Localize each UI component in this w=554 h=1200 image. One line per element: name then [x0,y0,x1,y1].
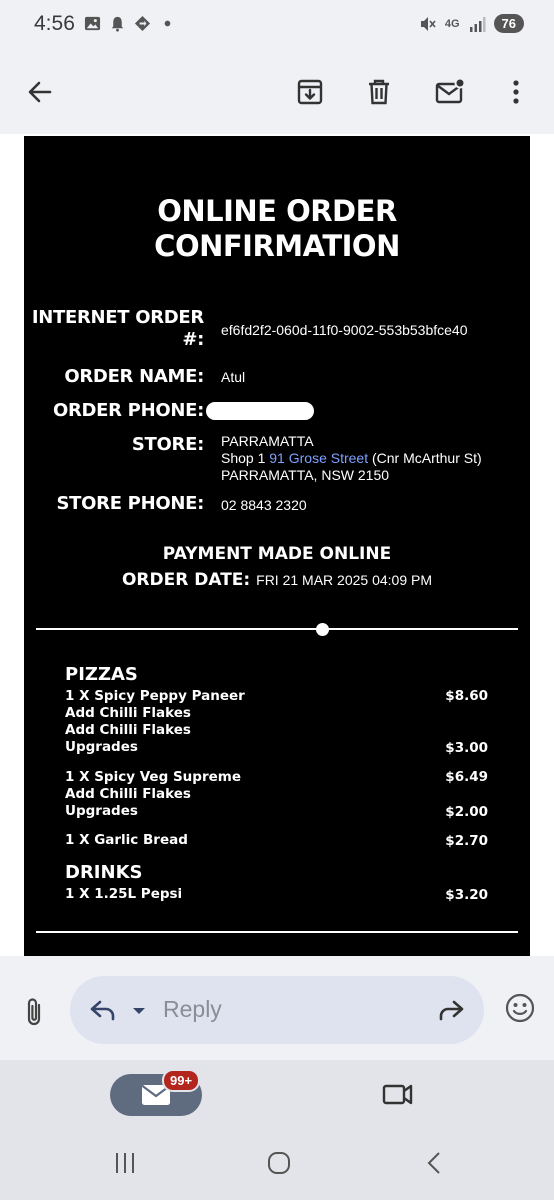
order-date-line: ORDER DATE: FRI 21 MAR 2025 04:09 PM [24,570,530,590]
reply-icon[interactable] [88,996,118,1024]
status-system-icons: 4G 76 [419,14,524,33]
store-name: PARRAMATTA [221,433,314,449]
item-price: $2.70 [445,833,488,849]
delete-icon [369,79,389,105]
gallery-icon [84,16,101,31]
store-label: STORE: [131,434,204,455]
battery-indicator: 76 [493,14,524,33]
item-price: $3.20 [445,887,488,903]
list-item: Add Chilli Flakes [65,786,191,802]
store-address: PARRAMATTA Shop 1 91 Grose Street (Cnr M… [221,433,482,484]
item-price: $3.00 [445,740,488,756]
system-nav [0,1126,554,1200]
list-item: Upgrades [65,739,138,755]
reply-field[interactable]: Reply [70,976,484,1044]
store-addr-prefix: Shop 1 [221,450,270,466]
paperclip-icon [27,998,41,1026]
delete-button[interactable] [357,70,401,114]
status-time: 4:56 [34,12,75,35]
order-number-label: INTERNET ORDER #: [32,307,204,351]
list-item: Add Chilli Flakes [65,722,191,738]
list-item: Add Chilli Flakes [65,705,191,721]
store-street: Shop 1 91 Grose Street (Cnr McArthur St) [221,450,482,467]
receipt-title-line1: ONLINE ORDER [157,194,397,228]
notification-icon [111,16,124,32]
store-phone-label: STORE PHONE: [56,493,205,514]
bottom-nav: 99+ [0,1060,554,1126]
archive-icon [297,79,323,105]
unread-badge: 99+ [162,1069,201,1092]
order-date-label: ORDER DATE: [121,570,251,590]
receipt-title-line2: CONFIRMATION [154,229,400,263]
receipt-bottom-divider [36,931,518,933]
divider-dot [316,623,329,636]
forward-icon[interactable] [436,996,466,1024]
emoji-icon[interactable] [504,992,536,1024]
reply-bar: Reply [0,956,554,1060]
more-dot-icon [164,20,171,27]
back-button[interactable] [18,70,62,114]
order-date: FRI 21 MAR 2025 04:09 PM [256,572,433,588]
email-body[interactable]: ONLINE ORDER CONFIRMATION INTERNET ORDER… [0,134,554,956]
video-camera-icon [382,1084,413,1105]
mute-icon [420,16,436,31]
order-name: Atul [221,369,246,385]
system-back-icon[interactable] [422,1150,448,1176]
chevron-down-icon[interactable] [132,1006,146,1016]
store-addr-suffix: (Cnr McArthur St) [368,450,482,466]
signal-icon [469,16,486,32]
order-number-label-line1: INTERNET ORDER [31,307,204,328]
reply-placeholder[interactable]: Reply [163,996,222,1023]
status-bar: 4:56 4G 76 [0,0,554,50]
list-item: 1 X Garlic Bread [65,832,188,848]
list-item: 1 X 1.25L Pepsi [65,886,183,902]
recent-apps-icon[interactable] [112,1150,138,1176]
receipt-title: ONLINE ORDER CONFIRMATION [24,194,530,264]
meet-tab[interactable] [380,1080,414,1113]
location-icon [134,15,151,32]
status-notification-icons [84,15,176,32]
home-icon[interactable] [266,1150,292,1176]
item-price: $2.00 [445,804,488,820]
list-item: 1 X Spicy Peppy Paneer [65,688,245,704]
archive-button[interactable] [288,70,332,114]
list-item: Upgrades [65,803,138,819]
item-price: $8.60 [445,688,488,704]
mark-unread-button[interactable] [428,70,472,114]
order-number: ef6fd2f2-060d-11f0-9002-553b53bfce40 [221,322,468,338]
redacted-phone [206,402,314,420]
back-arrow-icon [28,81,52,103]
receipt-divider [36,628,518,630]
payment-status: PAYMENT MADE ONLINE [162,544,392,564]
more-options-button[interactable] [494,70,538,114]
order-receipt: ONLINE ORDER CONFIRMATION INTERNET ORDER… [24,136,530,956]
order-name-label: ORDER NAME: [64,366,204,387]
network-type: 4G [444,17,460,30]
mark-unread-icon [435,77,466,104]
item-price: $6.49 [445,769,488,785]
order-number-label-line2: #: [182,329,204,350]
pizzas-heading: PIZZAS [65,664,138,685]
order-phone-label: ORDER PHONE: [52,400,204,421]
app-bar [0,50,554,134]
store-address-link[interactable]: 91 Grose Street [269,450,368,466]
attach-button[interactable] [14,992,54,1032]
list-item: 1 X Spicy Veg Supreme [65,769,241,785]
store-phone[interactable]: 02 8843 2320 [221,497,307,514]
more-vert-icon [513,80,519,104]
store-city: PARRAMATTA, NSW 2150 [221,467,390,483]
drinks-heading: DRINKS [65,862,143,883]
